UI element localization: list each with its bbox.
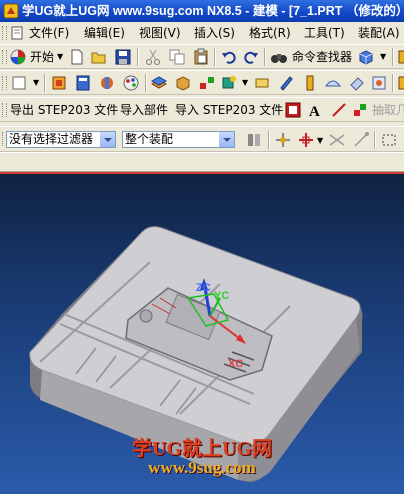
start-button[interactable]: 开始 bbox=[30, 48, 54, 66]
chevron-down-icon[interactable] bbox=[218, 132, 234, 147]
graphics-window[interactable]: ZC YC XC 学UG就上UG网 www.9sug.com bbox=[0, 172, 404, 494]
chevron-down-icon[interactable]: ▼ bbox=[317, 132, 323, 150]
snap-point-icon[interactable] bbox=[274, 131, 292, 149]
window-title: 学UG就上UG网 www.9sug.com NX8.5 - 建模 - [7_1.… bbox=[22, 4, 404, 18]
toolbar-separator bbox=[214, 48, 216, 66]
command-finder-button[interactable]: 命令查找器 bbox=[292, 48, 352, 66]
stop-icon[interactable] bbox=[284, 101, 302, 119]
toolbar-grip[interactable] bbox=[2, 76, 7, 90]
assembly-icon[interactable] bbox=[220, 74, 238, 92]
import-step203-button[interactable]: 导入 STEP203 文件 bbox=[175, 101, 283, 119]
save-icon[interactable] bbox=[114, 48, 132, 66]
menu-file[interactable]: 文件(F) bbox=[29, 22, 69, 44]
view-toolbar: ▼ ▼ bbox=[0, 70, 404, 95]
selection-filter-icon[interactable] bbox=[245, 131, 263, 149]
chevron-down-icon[interactable]: ▼ bbox=[380, 48, 386, 66]
toolbar-separator bbox=[137, 48, 139, 66]
watermark-title: 学UG就上UG网 bbox=[132, 438, 272, 460]
undo-icon[interactable] bbox=[220, 48, 238, 66]
menu-format[interactable]: 格式(R) bbox=[249, 22, 291, 44]
extract-geometry-button[interactable]: 抽取几 bbox=[372, 101, 404, 119]
pencil-icon[interactable] bbox=[277, 74, 295, 92]
toolbar-grip[interactable] bbox=[2, 103, 7, 117]
redo-icon[interactable] bbox=[242, 48, 260, 66]
move-object-icon[interactable] bbox=[198, 74, 216, 92]
box-icon[interactable] bbox=[174, 74, 192, 92]
part-navigator-icon[interactable] bbox=[357, 48, 375, 66]
menu-insert[interactable]: 插入(S) bbox=[194, 22, 235, 44]
layer-settings-icon[interactable] bbox=[150, 74, 168, 92]
new-file-icon[interactable] bbox=[68, 48, 86, 66]
intersection-icon[interactable] bbox=[328, 131, 346, 149]
menubar-grip[interactable] bbox=[2, 26, 7, 40]
text-icon[interactable]: A bbox=[306, 101, 324, 119]
toolbar-separator bbox=[145, 74, 147, 92]
selection-bar: 没有选择过滤器 整个装配 ▼ bbox=[0, 126, 404, 152]
document-icon bbox=[11, 26, 23, 40]
menu-tools[interactable]: 工具(T) bbox=[304, 22, 345, 44]
chevron-down-icon[interactable] bbox=[99, 132, 115, 147]
more-tools-icon[interactable] bbox=[397, 74, 404, 92]
watermark-url: www.9sug.com bbox=[148, 458, 256, 477]
toolbar-grip[interactable] bbox=[2, 50, 7, 64]
start-icon[interactable] bbox=[9, 48, 27, 66]
menu-assembly[interactable]: 装配(A) bbox=[358, 22, 400, 44]
binoculars-icon[interactable] bbox=[270, 48, 288, 66]
toolbar-separator bbox=[392, 48, 394, 66]
toolbar-separator bbox=[264, 48, 266, 66]
menu-view[interactable]: 视图(V) bbox=[139, 22, 181, 44]
eraser-icon[interactable] bbox=[348, 74, 366, 92]
toolbar-separator bbox=[374, 131, 376, 149]
toolbar-separator bbox=[44, 74, 46, 92]
palette-icon[interactable] bbox=[122, 74, 140, 92]
standard-toolbar: 开始 ▼ 命令查找器 ▼ bbox=[0, 44, 404, 69]
window-titlebar[interactable]: 学UG就上UG网 www.9sug.com NX8.5 - 建模 - [7_1.… bbox=[0, 0, 404, 22]
zc-axis-label: ZC bbox=[196, 282, 211, 294]
line-icon[interactable] bbox=[330, 101, 348, 119]
menubar: 文件(F) 编辑(E) 视图(V) 插入(S) 格式(R) 工具(T) 装配(A… bbox=[0, 22, 404, 44]
type-filter-dropdown[interactable]: 没有选择过滤器 bbox=[6, 131, 116, 148]
nx-app-icon bbox=[3, 3, 19, 19]
cad-icon[interactable] bbox=[370, 74, 388, 92]
svg-text:A: A bbox=[309, 104, 320, 119]
import-export-toolbar: 导出 STEP203 文件 导入部件 导入 STEP203 文件 A 抽取几 bbox=[0, 97, 404, 122]
copy-icon[interactable] bbox=[168, 48, 186, 66]
cut-icon[interactable] bbox=[144, 48, 162, 66]
export-step203-button[interactable]: 导出 STEP203 文件 bbox=[10, 101, 118, 119]
endpoint-icon[interactable] bbox=[352, 131, 370, 149]
type-filter-value: 没有选择过滤器 bbox=[9, 132, 94, 146]
toolbar-separator bbox=[268, 131, 270, 149]
extract-geometry-icon[interactable] bbox=[351, 101, 369, 119]
surface-icon[interactable] bbox=[324, 74, 342, 92]
xc-axis-label: XC bbox=[228, 358, 244, 370]
blank-sheet-icon[interactable] bbox=[10, 74, 28, 92]
more-tools-icon[interactable] bbox=[397, 48, 404, 66]
yc-axis-label: YC bbox=[214, 290, 230, 302]
chevron-down-icon[interactable]: ▼ bbox=[242, 74, 248, 92]
sheet-icon[interactable] bbox=[253, 74, 271, 92]
chevron-down-icon[interactable]: ▼ bbox=[33, 74, 39, 92]
rectangle-select-icon[interactable] bbox=[380, 131, 398, 149]
layer-icon[interactable] bbox=[50, 74, 68, 92]
selection-scope-dropdown[interactable]: 整个装配 bbox=[122, 131, 235, 148]
phone-camera-recess bbox=[139, 309, 153, 323]
book-icon[interactable] bbox=[74, 74, 92, 92]
point-constructor-icon[interactable] bbox=[297, 131, 315, 149]
paste-icon[interactable] bbox=[192, 48, 210, 66]
selection-scope-value: 整个装配 bbox=[125, 132, 174, 146]
feature-icon[interactable] bbox=[301, 74, 319, 92]
analysis-icon[interactable] bbox=[98, 74, 116, 92]
import-part-button[interactable]: 导入部件 bbox=[120, 101, 168, 119]
toolbar-separator bbox=[392, 74, 394, 92]
docking-area bbox=[0, 152, 404, 172]
menu-edit[interactable]: 编辑(E) bbox=[84, 22, 125, 44]
open-folder-icon[interactable] bbox=[90, 48, 108, 66]
chevron-down-icon[interactable]: ▼ bbox=[57, 48, 63, 66]
